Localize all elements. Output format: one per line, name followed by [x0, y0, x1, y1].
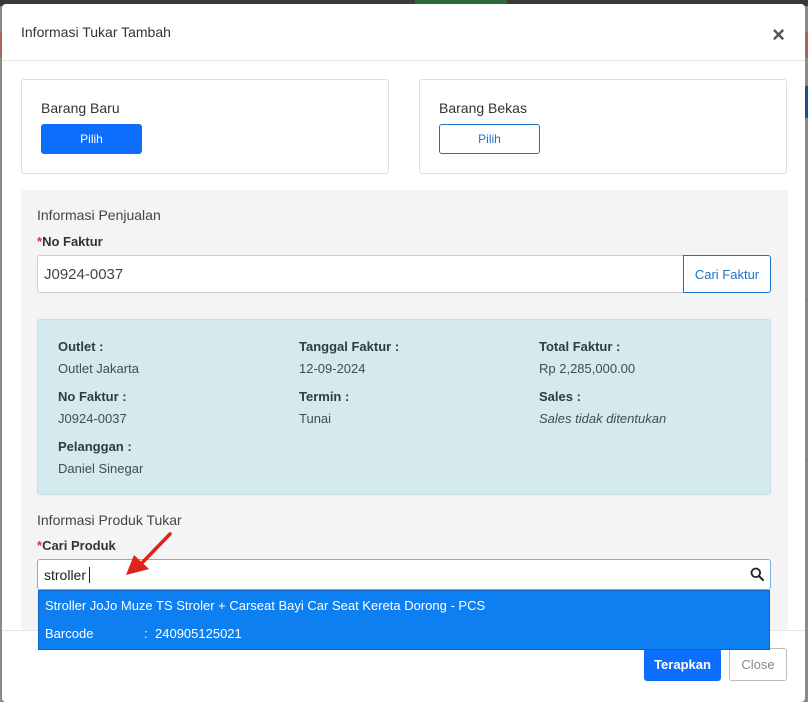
outlet-label: Outlet :	[58, 339, 104, 354]
cari-produk-value: stroller	[44, 566, 87, 583]
termin-label: Termin :	[299, 389, 350, 404]
suggestion-product-name[interactable]: Stroller JoJo Muze TS Stroler + Carseat …	[45, 598, 485, 613]
barang-baru-title: Barang Baru	[41, 100, 120, 116]
penjualan-section-title: Informasi Penjualan	[37, 207, 161, 223]
no-faktur-input[interactable]: J0924-0037	[37, 255, 684, 293]
suggestion-barcode-separator: :	[144, 626, 148, 641]
total-faktur-label: Total Faktur :	[539, 339, 621, 354]
termin-value: Tunai	[299, 411, 332, 426]
terapkan-button[interactable]: Terapkan	[644, 648, 721, 681]
tanggal-faktur-value: 12-09-2024	[299, 361, 366, 376]
search-icon[interactable]	[750, 567, 764, 581]
pelanggan-label: Pelanggan :	[58, 439, 132, 454]
produk-tukar-section-title: Informasi Produk Tukar	[37, 512, 182, 528]
cari-faktur-button[interactable]: Cari Faktur	[683, 255, 771, 293]
info-no-faktur-label: No Faktur :	[58, 389, 127, 404]
cari-produk-label: *Cari Produk	[37, 538, 116, 553]
product-suggestion-dropdown[interactable]: Stroller JoJo Muze TS Stroler + Carseat …	[38, 590, 770, 650]
no-faktur-value: J0924-0037	[44, 265, 124, 283]
sales-value: Sales tidak ditentukan	[539, 411, 667, 426]
tanggal-faktur-label: Tanggal Faktur :	[299, 339, 400, 354]
barang-bekas-card: Barang Bekas Pilih	[419, 79, 787, 174]
outlet-value: Outlet Jakarta	[58, 361, 139, 376]
modal-title: Informasi Tukar Tambah	[21, 24, 171, 40]
sales-label: Sales :	[539, 389, 581, 404]
close-button[interactable]: Close	[729, 648, 787, 681]
total-faktur-value: Rp 2,285,000.00	[539, 361, 636, 376]
trade-in-modal: Informasi Tukar Tambah × Barang Baru Pil…	[2, 4, 805, 702]
pelanggan-value: Daniel Sinegar	[58, 461, 144, 476]
barang-baru-pilih-button[interactable]: Pilih	[41, 124, 142, 154]
barang-bekas-pilih-button[interactable]: Pilih	[439, 124, 540, 154]
modal-header: Informasi Tukar Tambah ×	[2, 4, 805, 61]
no-faktur-label: *No Faktur	[37, 234, 103, 249]
invoice-info-box: Outlet : Outlet Jakarta Tanggal Faktur :…	[37, 319, 771, 495]
text-caret	[89, 566, 91, 583]
barang-bekas-title: Barang Bekas	[439, 100, 527, 116]
suggestion-barcode-label: Barcode	[45, 626, 94, 641]
barang-baru-card: Barang Baru Pilih	[21, 79, 389, 174]
info-no-faktur-value: J0924-0037	[58, 411, 127, 426]
annotation-arrow-icon	[126, 532, 172, 575]
close-icon[interactable]: ×	[772, 24, 785, 46]
suggestion-barcode-value: 240905125021	[155, 626, 242, 641]
